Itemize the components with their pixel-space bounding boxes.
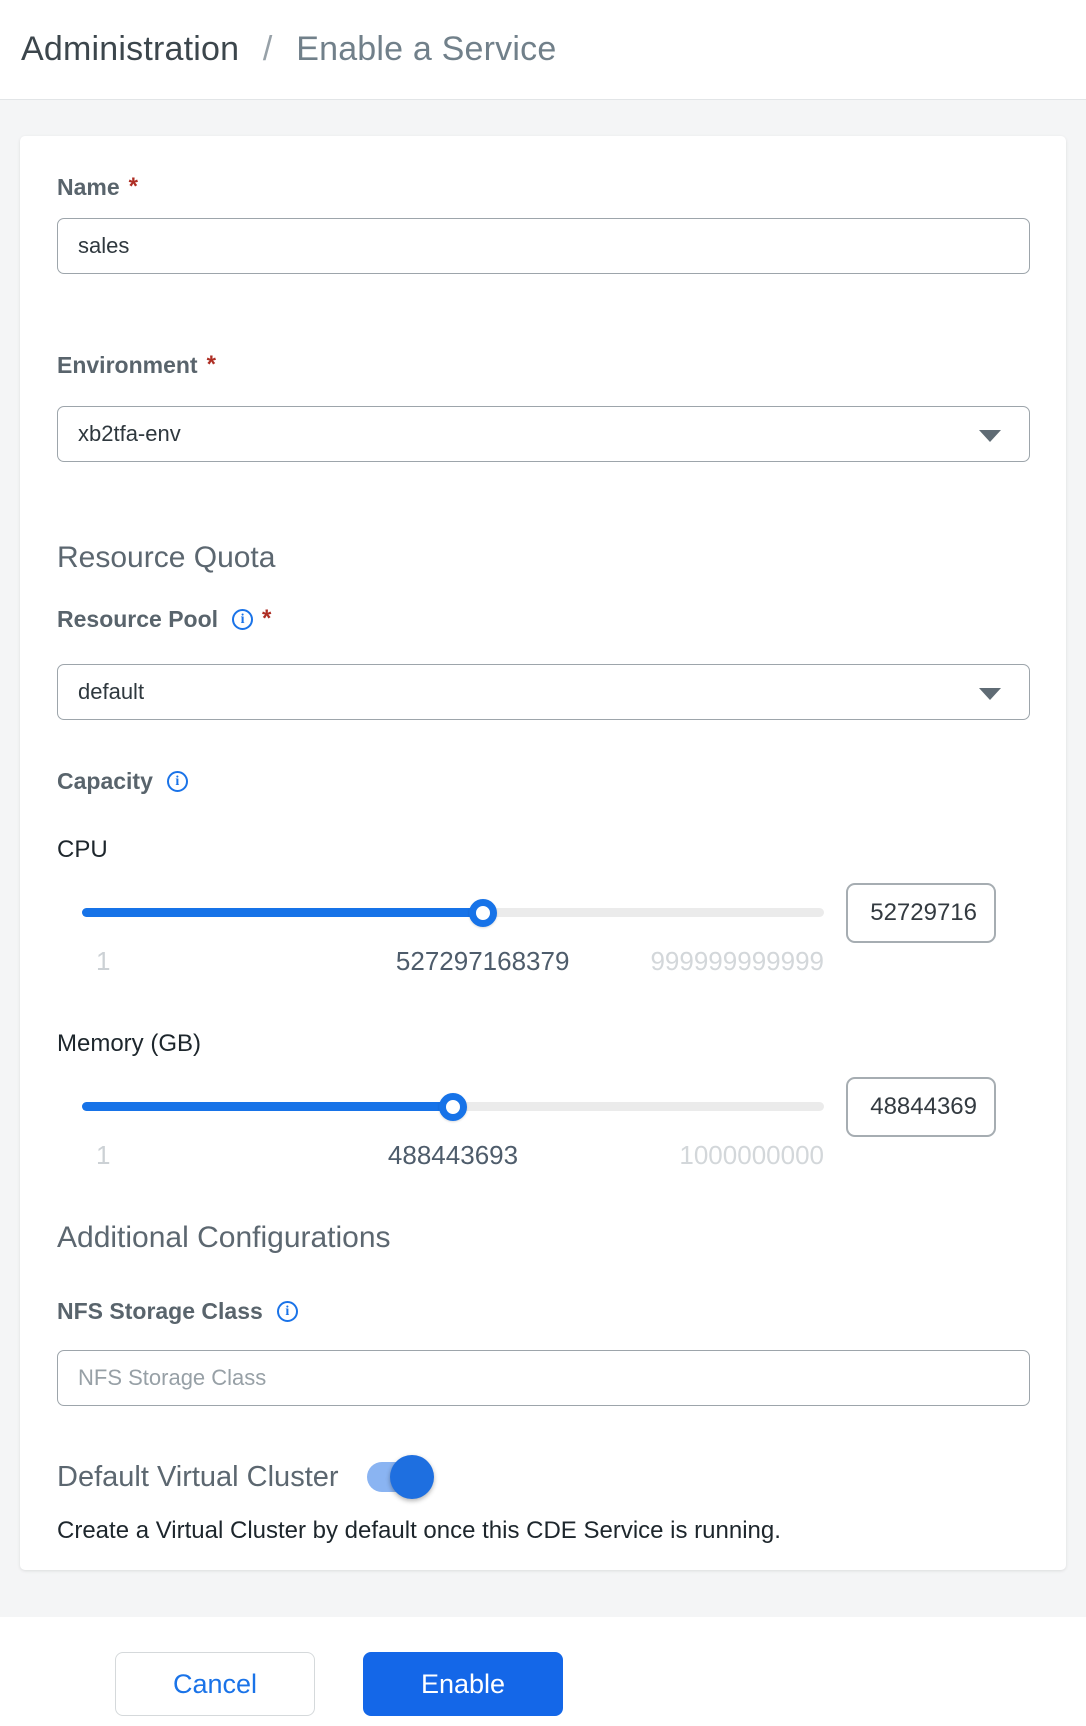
required-asterisk: * [128, 173, 138, 200]
cpu-slider [82, 882, 824, 944]
environment-label: Environment * [57, 351, 216, 379]
default-virtual-cluster-toggle[interactable] [366, 1455, 434, 1499]
memory-max-tick: 1000000000 [679, 1140, 824, 1170]
required-asterisk: * [206, 351, 216, 378]
memory-slider-ticks: 1 488443693 1000000000 [82, 1140, 824, 1172]
default-virtual-cluster-description: Create a Virtual Cluster by default once… [57, 1517, 781, 1544]
info-icon[interactable]: i [166, 770, 188, 792]
chevron-down-icon [979, 688, 1001, 700]
capacity-label: Capacity i [57, 768, 1030, 794]
default-virtual-cluster-label: Default Virtual Cluster [57, 1460, 339, 1493]
toggle-thumb [389, 1455, 434, 1499]
action-footer: Cancel Enable [0, 1617, 1086, 1726]
memory-slider [82, 1076, 824, 1138]
memory-current-tick: 488443693 [387, 1140, 519, 1170]
cpu-min-tick: 1 [96, 946, 111, 976]
enable-service-form-card: Name * Environment * xb2tfa-env Resource… [20, 136, 1066, 1570]
nfs-storage-class-input[interactable] [57, 1350, 1030, 1406]
environment-select[interactable]: xb2tfa-env [57, 406, 1030, 462]
info-icon[interactable]: i [232, 608, 254, 630]
cancel-button[interactable]: Cancel [115, 1652, 315, 1716]
default-virtual-cluster-row: Default Virtual Cluster [57, 1454, 1030, 1500]
enable-button[interactable]: Enable [363, 1652, 563, 1716]
chevron-down-icon [979, 430, 1001, 442]
breadcrumb-enable-a-service: Enable a Service [296, 30, 557, 68]
page-header: Administration / Enable a Service [0, 0, 1086, 100]
resource-pool-label: Resource Pool i * [57, 605, 272, 633]
memory-slider-handle[interactable] [439, 1093, 467, 1121]
cpu-slider-fill [82, 908, 483, 917]
cpu-label: CPU [57, 836, 108, 863]
memory-label: Memory (GB) [57, 1030, 201, 1057]
info-icon[interactable]: i [276, 1300, 298, 1322]
name-label: Name * [57, 173, 138, 201]
cpu-current-tick: 527297168379 [395, 946, 570, 976]
name-input[interactable] [57, 218, 1030, 274]
cpu-slider-track[interactable] [82, 908, 824, 917]
memory-slider-fill [82, 1102, 453, 1111]
cpu-slider-handle[interactable] [468, 899, 497, 927]
breadcrumb: Administration / Enable a Service [21, 30, 556, 69]
environment-selected-value: xb2tfa-env [78, 421, 181, 446]
memory-slider-row: 48844369 [57, 1076, 1030, 1138]
cpu-value-input[interactable]: 52729716 [846, 883, 996, 943]
resource-pool-select[interactable]: default [57, 664, 1030, 720]
cpu-slider-row: 52729716 [57, 882, 1030, 944]
breadcrumb-separator: / [262, 30, 273, 68]
resource-quota-heading: Resource Quota [57, 541, 276, 574]
breadcrumb-administration[interactable]: Administration [21, 30, 239, 68]
nfs-storage-class-label: NFS Storage Class i [57, 1298, 1030, 1324]
resource-pool-selected-value: default [78, 679, 145, 704]
memory-min-tick: 1 [96, 1140, 111, 1170]
additional-configurations-heading: Additional Configurations [57, 1221, 391, 1254]
required-asterisk: * [262, 605, 272, 632]
cpu-slider-ticks: 1 527297168379 999999999999 [82, 946, 824, 978]
cpu-max-tick: 999999999999 [650, 946, 824, 976]
memory-value-input[interactable]: 48844369 [846, 1077, 996, 1137]
